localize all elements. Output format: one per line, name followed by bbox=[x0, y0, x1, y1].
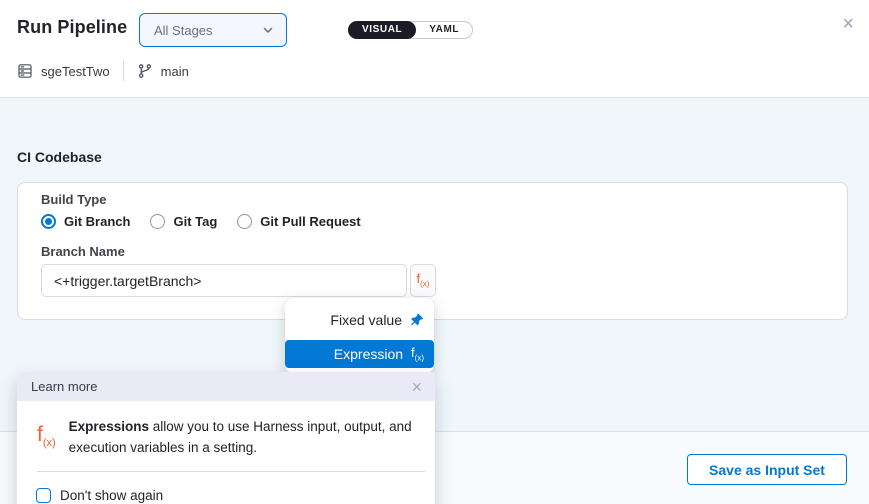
radio-control bbox=[237, 214, 252, 229]
save-as-input-set-button[interactable]: Save as Input Set bbox=[687, 454, 847, 485]
radio-control bbox=[150, 214, 165, 229]
menu-item-expression[interactable]: Expression f(x) bbox=[285, 340, 434, 368]
fx-icon: f(x) bbox=[37, 424, 56, 459]
menu-item-label: Expression bbox=[334, 346, 403, 362]
radio-git-branch[interactable]: Git Branch bbox=[41, 214, 130, 229]
popover-header: Learn more × bbox=[17, 372, 435, 401]
ci-codebase-card: Build Type Git Branch Git Tag Git Pull R… bbox=[17, 182, 848, 320]
fx-icon: f(x) bbox=[411, 346, 424, 363]
menu-item-fixed-value[interactable]: Fixed value bbox=[285, 305, 434, 335]
radio-label: Git Branch bbox=[64, 214, 130, 229]
context-divider bbox=[123, 61, 124, 81]
repository-icon bbox=[17, 63, 33, 79]
close-icon[interactable]: × bbox=[842, 14, 854, 34]
branch-name-label: Branch Name bbox=[41, 244, 125, 259]
radio-git-pull-request[interactable]: Git Pull Request bbox=[237, 214, 360, 229]
view-mode-toggle: VISUAL YAML bbox=[348, 21, 473, 39]
radio-git-tag[interactable]: Git Tag bbox=[150, 214, 217, 229]
fx-icon: f(x) bbox=[417, 272, 430, 289]
popover-divider bbox=[37, 471, 425, 472]
radio-label: Git Pull Request bbox=[260, 214, 360, 229]
page-title: Run Pipeline bbox=[17, 17, 127, 38]
menu-item-label: Fixed value bbox=[330, 312, 402, 328]
radio-control bbox=[41, 214, 56, 229]
run-pipeline-dialog: Run Pipeline All Stages VISUAL YAML × sg… bbox=[0, 0, 869, 504]
checkbox-label: Don't show again bbox=[60, 488, 163, 503]
stage-select-value: All Stages bbox=[154, 23, 213, 38]
popover-close-icon[interactable]: × bbox=[411, 378, 422, 396]
dont-show-again-checkbox[interactable] bbox=[36, 488, 51, 503]
popover-title: Learn more bbox=[31, 379, 97, 394]
expression-help-text: Expressions allow you to use Harness inp… bbox=[69, 417, 415, 459]
tab-visual[interactable]: VISUAL bbox=[348, 21, 416, 39]
git-branch-icon bbox=[137, 63, 153, 79]
radio-label: Git Tag bbox=[173, 214, 217, 229]
repository-name: sgeTestTwo bbox=[41, 64, 110, 79]
stage-select[interactable]: All Stages bbox=[139, 13, 287, 47]
build-type-label: Build Type bbox=[41, 192, 106, 207]
build-type-radio-group: Git Branch Git Tag Git Pull Request bbox=[41, 210, 361, 232]
tab-yaml[interactable]: YAML bbox=[416, 22, 472, 38]
branch-name-input[interactable] bbox=[41, 264, 407, 297]
pin-icon bbox=[410, 313, 424, 327]
chevron-down-icon bbox=[262, 24, 274, 36]
learn-more-popover: Learn more × f(x) Expressions allow you … bbox=[17, 372, 435, 504]
dialog-header: Run Pipeline All Stages VISUAL YAML × sg… bbox=[0, 0, 869, 98]
branch-ref: main bbox=[161, 64, 189, 79]
section-title-ci-codebase: CI Codebase bbox=[17, 149, 102, 165]
value-type-menu: Fixed value Expression f(x) bbox=[285, 298, 434, 373]
popover-body: f(x) Expressions allow you to use Harnes… bbox=[17, 401, 435, 459]
dont-show-again-row[interactable]: Don't show again bbox=[36, 488, 435, 503]
expression-fx-button[interactable]: f(x) bbox=[410, 264, 436, 297]
pipeline-context-row: sgeTestTwo main bbox=[17, 61, 189, 81]
